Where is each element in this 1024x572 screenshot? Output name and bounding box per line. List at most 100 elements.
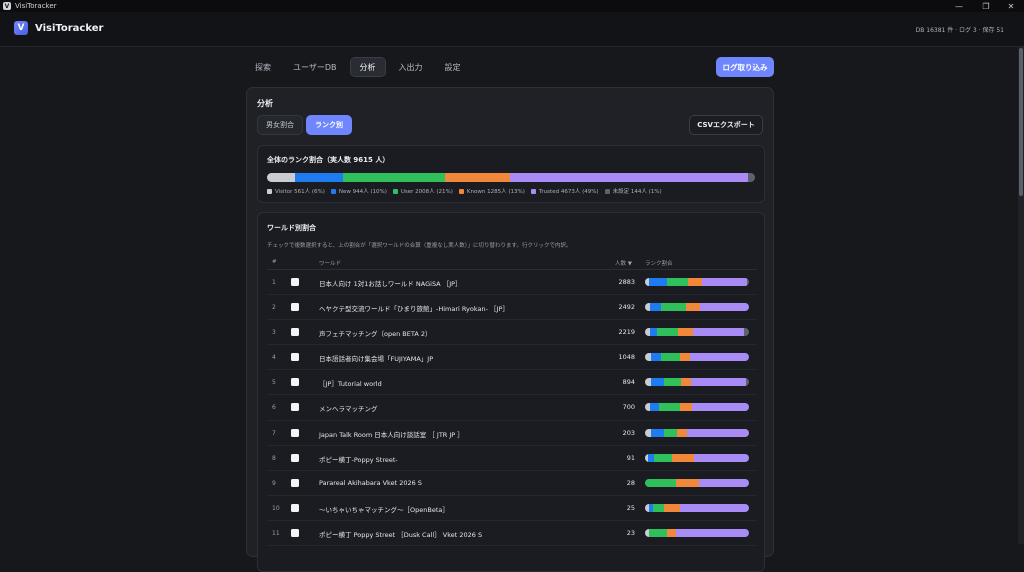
main-tabs: 探索 ユーザーDB 分析 入出力 設定 bbox=[246, 57, 470, 77]
legend-swatch bbox=[530, 188, 536, 194]
rank-ratio-segment bbox=[692, 328, 744, 337]
analysis-subtabs: 男女割合 ランク別 bbox=[257, 115, 352, 135]
csv-export-button[interactable]: CSVエクスポート bbox=[689, 115, 763, 135]
rank-ratio-segment bbox=[654, 453, 673, 462]
maximize-button[interactable]: ❐ bbox=[973, 0, 999, 12]
tab-user-db[interactable]: ユーザーDB bbox=[284, 57, 346, 77]
tab-analysis[interactable]: 分析 bbox=[349, 57, 386, 77]
table-row[interactable]: 1 日本人向け 1対1お話しワールド NAGiSA ［JP］ 2883 bbox=[267, 270, 757, 296]
table-row[interactable]: 10 〜いちゃいちゃマッチング〜［OpenBeta］ 25 bbox=[267, 496, 757, 521]
row-index: 9 bbox=[272, 479, 276, 487]
db-status: DB 16381 件 · ログ 3 · 保存 51 bbox=[915, 27, 1004, 34]
legend-swatch bbox=[604, 188, 610, 194]
row-checkbox[interactable] bbox=[291, 303, 299, 312]
tab-import-export[interactable]: 入出力 bbox=[390, 57, 432, 77]
legend-label: New 944人 (10%) bbox=[338, 189, 387, 195]
world-count: 2492 bbox=[618, 303, 635, 312]
analysis-panel: 分析 男女割合 ランク別 CSVエクスポート 全体のランク割合（実人数 9615… bbox=[246, 87, 774, 572]
row-checkbox[interactable] bbox=[291, 278, 299, 286]
world-count: 28 bbox=[626, 478, 635, 487]
window-title: VisiToracker bbox=[15, 2, 57, 10]
row-checkbox[interactable] bbox=[291, 328, 299, 337]
table-row[interactable]: 3 声フェチマッチング（open BETA 2） 2219 bbox=[267, 320, 757, 346]
subtab-rank[interactable]: ランク別 bbox=[306, 115, 352, 135]
rank-ratio-segment bbox=[743, 328, 749, 337]
world-count: 25 bbox=[626, 503, 635, 512]
table-row[interactable]: 6 メンヘラマッチング 700 bbox=[267, 395, 757, 421]
rank-ratio-bar bbox=[645, 403, 749, 412]
world-count: 23 bbox=[626, 528, 635, 537]
rank-legend: Visitor 561人 (6%) New 944人 (10%) User 2008… bbox=[267, 187, 662, 195]
page-scrollbar[interactable] bbox=[1018, 47, 1024, 544]
row-checkbox[interactable] bbox=[291, 478, 299, 487]
world-count: 203 bbox=[622, 428, 635, 437]
tab-explore[interactable]: 探索 bbox=[246, 57, 280, 77]
rank-ratio-segment bbox=[746, 278, 749, 286]
legend-item: 未設定 144人 (1%) bbox=[604, 187, 662, 195]
world-count: 2219 bbox=[618, 328, 635, 337]
table-row[interactable]: 11 ポピー横丁 Poppy Street ［Dusk Call］ Vket 20… bbox=[267, 521, 757, 547]
rank-ratio-segment bbox=[690, 378, 746, 387]
rank-ratio-segment bbox=[691, 403, 749, 412]
world-name: ヘヤクテ型交流ワールド「ひまり旅館」-Himari Ryokan- ［JP］ bbox=[319, 305, 509, 314]
row-checkbox[interactable] bbox=[291, 403, 299, 412]
rank-ratio-bar bbox=[645, 503, 749, 512]
brand-logo-icon: V bbox=[14, 21, 28, 35]
table-header: # ワールド 人数 ▼ ランク割合 bbox=[267, 255, 757, 270]
legend-item: Known 1285人 (13%) bbox=[458, 187, 525, 195]
world-name: Parareal Akihabara Vket 2026 S bbox=[319, 478, 422, 487]
row-index: 6 bbox=[272, 404, 276, 412]
rank-ratio-segment bbox=[651, 428, 664, 437]
legend-label: Trusted 4673人 (49%) bbox=[538, 189, 599, 195]
world-name: ポピー横丁 Poppy Street ［Dusk Call］ Vket 2026… bbox=[319, 530, 483, 539]
minimize-button[interactable]: — bbox=[946, 0, 972, 12]
rank-ratio-segment bbox=[645, 478, 677, 487]
import-log-button[interactable]: ログ取り込み bbox=[716, 57, 774, 77]
legend-swatch bbox=[392, 188, 398, 194]
legend-item: Trusted 4673人 (49%) bbox=[530, 187, 599, 195]
rank-ratio-segment bbox=[745, 378, 749, 387]
col-count[interactable]: 人数 ▼ bbox=[615, 259, 632, 267]
legend-label: Known 1285人 (13%) bbox=[466, 189, 525, 195]
row-index: 3 bbox=[272, 329, 276, 337]
overall-rank-segment bbox=[295, 173, 344, 182]
rank-ratio-bar bbox=[645, 378, 749, 387]
rank-ratio-segment bbox=[651, 378, 664, 387]
overall-rank-segment bbox=[445, 173, 511, 182]
table-row[interactable]: 4 日本語話者向け集会場「FUJIYAMA」JP 1048 bbox=[267, 345, 757, 371]
table-row[interactable]: 7 Japan Talk Room 日本人向け談話室 ［ JTR JP ］ 203 bbox=[267, 421, 757, 446]
overall-rank-segment bbox=[343, 173, 446, 182]
world-name: 日本語話者向け集会場「FUJIYAMA」JP bbox=[319, 355, 434, 364]
table-row[interactable]: 9 Parareal Akihabara Vket 2026 S 28 bbox=[267, 471, 757, 496]
rank-ratio-segment bbox=[650, 303, 661, 312]
world-table-body: 1 日本人向け 1対1お話しワールド NAGiSA ［JP］ 2883 2 ヘヤクテ型交… bbox=[267, 270, 757, 547]
col-world[interactable]: ワールド bbox=[319, 259, 341, 267]
row-checkbox[interactable] bbox=[291, 453, 299, 462]
row-checkbox[interactable] bbox=[291, 353, 299, 362]
scrollbar-thumb[interactable] bbox=[1019, 48, 1023, 196]
row-index: 4 bbox=[272, 354, 276, 362]
table-row[interactable]: 5 ［JP］Tutorial world 894 bbox=[267, 370, 757, 396]
rank-ratio-segment bbox=[666, 278, 688, 286]
main-content: 探索 ユーザーDB 分析 入出力 設定 ログ取り込み 分析 男女割合 ランク別 … bbox=[0, 47, 1018, 572]
tab-settings[interactable]: 設定 bbox=[436, 57, 470, 77]
row-checkbox[interactable] bbox=[291, 378, 299, 387]
row-checkbox[interactable] bbox=[291, 428, 299, 437]
app-logo-icon: V bbox=[3, 2, 11, 10]
rank-ratio-segment bbox=[650, 328, 658, 337]
rank-ratio-segment bbox=[666, 528, 677, 537]
row-checkbox[interactable] bbox=[291, 503, 299, 512]
legend-label: 未設定 144人 (1%) bbox=[612, 189, 662, 195]
subtab-gender[interactable]: 男女割合 bbox=[257, 115, 303, 135]
rank-ratio-bar bbox=[645, 528, 749, 537]
col-rank: ランク割合 bbox=[645, 261, 673, 267]
rank-ratio-segment bbox=[693, 453, 749, 462]
table-row[interactable]: 8 ポピー横丁-Poppy Street- 91 bbox=[267, 446, 757, 471]
world-count: 1048 bbox=[618, 353, 635, 362]
row-checkbox[interactable] bbox=[291, 528, 299, 537]
close-button[interactable]: ✕ bbox=[998, 0, 1024, 12]
legend-label: User 2008人 (21%) bbox=[400, 189, 453, 195]
table-row[interactable]: 2 ヘヤクテ型交流ワールド「ひまり旅館」-Himari Ryokan- ［JP］ 2… bbox=[267, 295, 757, 321]
rank-ratio-bar bbox=[645, 328, 749, 337]
rank-ratio-segment bbox=[663, 378, 682, 387]
